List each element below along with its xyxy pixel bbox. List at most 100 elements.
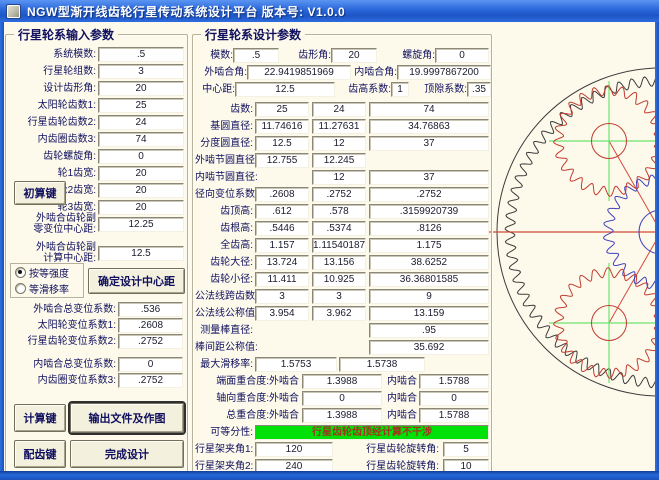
center-distance-box[interactable]: 12.5	[235, 82, 335, 97]
clearance-coef-box[interactable]: .35	[467, 82, 491, 97]
cell-box[interactable]: 25	[255, 102, 309, 117]
cell-box[interactable]: 5	[443, 442, 489, 457]
field-input[interactable]: 24	[98, 115, 184, 130]
cell-box[interactable]: 1.3988	[302, 374, 382, 389]
field-label: 内齿圈变位系数3:	[6, 375, 116, 386]
cell-box[interactable]: 13.159	[369, 306, 489, 321]
cell-box[interactable]: 13.156	[312, 255, 366, 270]
design-params-group: 行星轮系设计参数 模数:.5齿形角:20螺旋角:0外啮合角:22.9419851…	[192, 34, 492, 476]
cell-box[interactable]: 3.962	[312, 306, 366, 321]
cell-box[interactable]: .8126	[369, 221, 489, 236]
cell-box[interactable]: 37	[369, 136, 489, 151]
row-label: 齿根高:	[195, 223, 253, 234]
cell-box[interactable]: 0	[302, 391, 382, 406]
cell-box[interactable]: 35.692	[369, 340, 489, 355]
cell-box[interactable]: .5374	[312, 221, 366, 236]
cell-box[interactable]: 34.76863	[369, 119, 489, 134]
field-input[interactable]: 0	[98, 149, 184, 164]
field-input[interactable]: 12.25	[98, 217, 184, 232]
cell-box[interactable]: 11.411	[255, 272, 309, 287]
cell-box[interactable]: 3	[255, 289, 309, 304]
row-label: 齿轮大径:	[195, 257, 253, 268]
field-input[interactable]: .2752	[118, 334, 183, 349]
row-label: 棒间距公称值:	[195, 342, 253, 353]
center-distance-row: 中心距:12.5齿高系数:1顶隙系数:.35	[195, 81, 489, 97]
field-input[interactable]: 20	[98, 81, 184, 96]
field-input[interactable]: 0	[118, 357, 183, 372]
cell-box[interactable]: 36.36801585	[369, 272, 489, 287]
cell-box[interactable]: .612	[255, 204, 309, 219]
cell-box[interactable]: 1.5738	[339, 357, 425, 372]
cell-box[interactable]: 1.175	[369, 238, 489, 253]
cell-box[interactable]: 0	[419, 391, 489, 406]
cell-box[interactable]: 3	[312, 289, 366, 304]
ext-mesh-angle-box[interactable]: 22.9419851969	[247, 65, 351, 80]
param-row: 内齿圈齿数3:74	[6, 131, 185, 148]
field-input[interactable]: 74	[98, 132, 184, 147]
field-label: 行星齿轮变位系数2:	[6, 336, 116, 347]
cell-box[interactable]: 10.925	[312, 272, 366, 287]
field-label: 行星齿轮齿数2:	[6, 117, 96, 128]
cell-box[interactable]: 38.6252	[369, 255, 489, 270]
helix-angle-input[interactable]: 0	[435, 48, 489, 63]
cell-box[interactable]: 1.5753	[255, 357, 337, 372]
cell-box[interactable]: 11.74616	[255, 119, 309, 134]
cell-box[interactable]: 12.5	[255, 136, 309, 151]
cell-box[interactable]: 1.5788	[419, 408, 489, 423]
cell-box[interactable]: 1.5788	[419, 374, 489, 389]
cell-box[interactable]: .2752	[369, 187, 489, 202]
pressure-angle-input[interactable]: 20	[331, 48, 377, 63]
design-params-title: 行星轮系设计参数	[201, 26, 305, 43]
int-mesh-angle-box[interactable]: 19.9997867200	[397, 65, 491, 80]
field-input[interactable]: .2608	[118, 318, 183, 333]
finish-design-button[interactable]: 完成设计	[70, 440, 184, 468]
addendum-coef-box[interactable]: 1	[391, 82, 409, 97]
field-input[interactable]: 20	[98, 166, 184, 181]
cell-box[interactable]: 12.755	[255, 153, 309, 168]
cell-box[interactable]: 1.3988	[302, 408, 382, 423]
cell-box[interactable]: .578	[312, 204, 366, 219]
cell-box[interactable]: 11.27631	[312, 119, 366, 134]
cell-box[interactable]: 12.245	[312, 153, 366, 168]
gear-match-button[interactable]: 配齿键	[14, 440, 66, 468]
input-params-title: 行星轮系输入参数	[14, 26, 118, 43]
cell-box[interactable]: 1.115401878	[312, 238, 366, 253]
equal-strength-radio[interactable]: 按等强度	[15, 265, 83, 280]
cell-box[interactable]: .3159920739	[369, 204, 489, 219]
cell-box[interactable]: 13.724	[255, 255, 309, 270]
field-label: 行星轮组数:	[6, 66, 96, 77]
equal-slip-radio[interactable]: 等滑移率	[15, 281, 83, 296]
title-bar[interactable]: NGW型渐开线齿轮行星传动系统设计平台 版本号: V1.0.0	[0, 0, 659, 22]
cell-box[interactable]: .5446	[255, 221, 309, 236]
param-row: 行星轮组数:3	[6, 63, 185, 80]
field-input[interactable]: 12.5	[98, 246, 184, 261]
field-input[interactable]: 25	[98, 98, 184, 113]
cell-box[interactable]: 120	[255, 442, 333, 457]
field-input[interactable]: .536	[118, 302, 183, 317]
field-input[interactable]: .2752	[118, 373, 183, 388]
cell-box[interactable]: .95	[369, 323, 489, 338]
field-input[interactable]: 3	[98, 64, 184, 79]
cell-box[interactable]: 3.954	[255, 306, 309, 321]
table-row: 基圆直径:11.7461611.2763134.76863	[195, 118, 489, 135]
field-input[interactable]: 20	[98, 183, 184, 198]
table-row: 齿根高:.5446.5374.8126	[195, 220, 489, 237]
module-row: 模数:.5齿形角:20螺旋角:0	[195, 47, 489, 63]
init-calc-button[interactable]: 初算键	[14, 181, 66, 205]
window-border-bottom	[0, 471, 659, 480]
cell-box[interactable]: 74	[369, 102, 489, 117]
confirm-center-distance-button[interactable]: 确定设计中心距	[88, 268, 185, 294]
cell-box[interactable]: .2608	[255, 187, 309, 202]
divisibility-status: 行星齿轮齿顶经计算不干涉	[255, 425, 489, 440]
cell-box[interactable]: 24	[312, 102, 366, 117]
module-input[interactable]: .5	[233, 48, 279, 63]
field-input[interactable]: .5	[98, 47, 184, 62]
cell-box[interactable]: 12	[312, 136, 366, 151]
cell-box[interactable]: .2752	[312, 187, 366, 202]
calc-button[interactable]: 计算键	[14, 404, 66, 432]
cell-box[interactable]: 12	[312, 170, 366, 185]
output-file-plot-button[interactable]: 输出文件及作图	[70, 403, 184, 433]
cell-box[interactable]: 1.157	[255, 238, 309, 253]
cell-box[interactable]: 9	[369, 289, 489, 304]
cell-box[interactable]: 37	[369, 170, 489, 185]
